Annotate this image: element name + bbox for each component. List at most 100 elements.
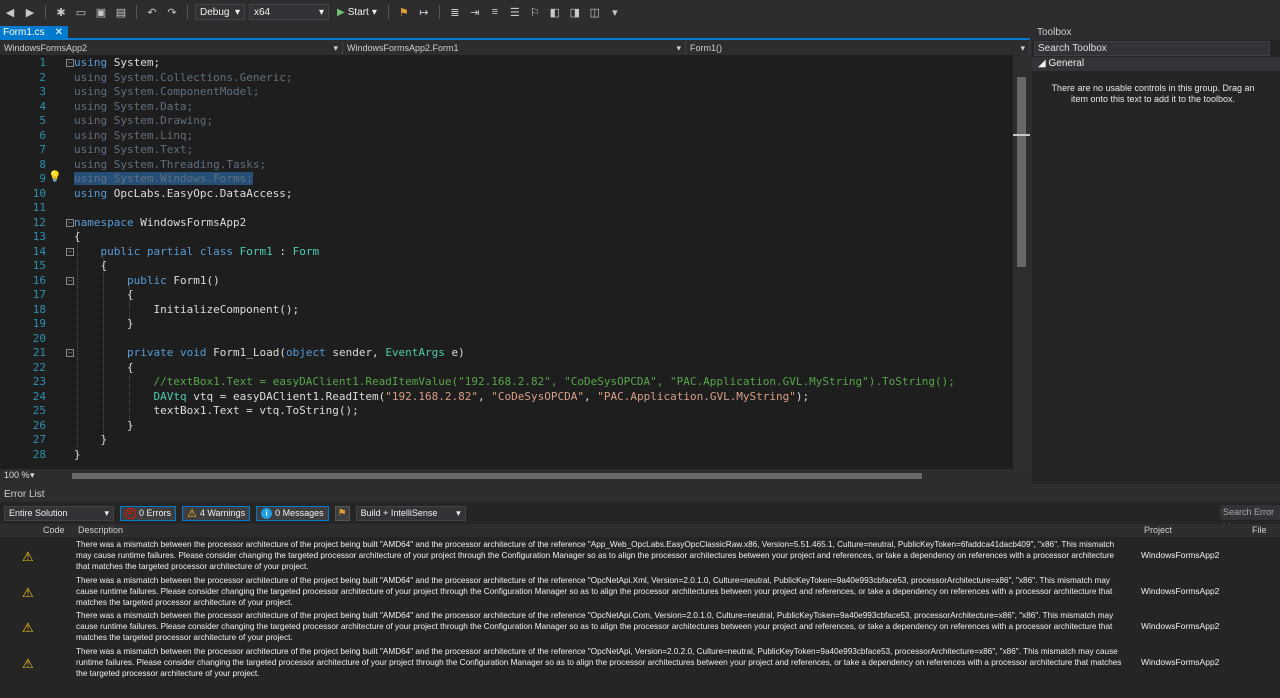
warnings-filter-button[interactable]: ⚠ 4 Warnings <box>182 505 251 521</box>
error-list-row[interactable]: ⚠ There was a mismatch between the proces… <box>0 609 1280 645</box>
zoom-level[interactable]: 100 % <box>4 470 30 480</box>
code-line[interactable]: 21 − private void Form1_Load(object sende… <box>0 346 1013 361</box>
save-all-icon[interactable]: ▤ <box>113 4 129 20</box>
code-line[interactable]: 15 { <box>0 259 1013 274</box>
code-line[interactable]: 28} <box>0 448 1013 463</box>
error-list-panel: Error List Entire Solution ▾ × 0 Errors … <box>0 488 1280 698</box>
project-dropdown[interactable]: WindowsFormsApp2 ▾ <box>0 41 343 55</box>
align-icon[interactable]: ≣ <box>447 4 463 20</box>
code-text: } <box>74 433 108 446</box>
error-list-row[interactable]: ⚠ There was a mismatch between the proces… <box>0 645 1280 681</box>
scrollbar-thumb[interactable] <box>1017 77 1026 267</box>
uncomment-icon[interactable]: ☰ <box>507 4 523 20</box>
editor-vertical-scrollbar[interactable] <box>1013 55 1030 469</box>
new-project-icon[interactable]: ✱ <box>53 4 69 20</box>
line-number: 16 <box>32 273 46 287</box>
code-line[interactable]: 7 using System.Text; <box>0 143 1013 158</box>
solution-configuration-select[interactable]: Debug ▾ <box>195 4 245 20</box>
code-line[interactable]: 16 − public Form1() <box>0 274 1013 289</box>
open-folder-icon[interactable]: ▭ <box>73 4 89 20</box>
tab-form1-cs[interactable]: Form1.cs ✕ <box>0 26 68 38</box>
code-line[interactable]: 24 DAVtq vtq = easyDAClient1.ReadItem("1… <box>0 390 1013 405</box>
bookmark-next-icon[interactable]: ◨ <box>567 4 583 20</box>
class-dropdown[interactable]: WindowsFormsApp2.Form1 ▾ <box>343 41 686 55</box>
line-number: 11 <box>32 201 46 214</box>
column-header-description[interactable]: Description <box>78 525 123 535</box>
step-icon[interactable]: ↦ <box>416 4 432 20</box>
browser-link-icon[interactable]: ⚑ <box>396 4 412 20</box>
error-list-row[interactable]: ⚠ There was a mismatch between the proces… <box>0 574 1280 610</box>
toolbox-group-general[interactable]: ◢ General <box>1032 57 1280 71</box>
code-line[interactable]: 9 using System.Windows.Forms; <box>0 172 1013 187</box>
close-icon[interactable]: ✕ <box>55 27 63 38</box>
bookmark-icon[interactable]: ⚐ <box>527 4 543 20</box>
bookmark-clear-icon[interactable]: ◫ <box>587 4 603 20</box>
fold-toggle-icon[interactable]: − <box>66 59 74 67</box>
indent-icon[interactable]: ⇥ <box>467 4 483 20</box>
redo-icon[interactable]: ↷ <box>164 4 180 20</box>
code-line[interactable]: 10 using OpcLabs.EasyOpc.DataAccess; <box>0 187 1013 202</box>
chevron-down-icon[interactable]: ▾ <box>30 470 35 481</box>
line-number: 7 <box>39 143 46 156</box>
code-line[interactable]: 8 using System.Threading.Tasks; <box>0 158 1013 173</box>
code-line[interactable]: 27 } <box>0 433 1013 448</box>
forward-icon[interactable]: ▶ <box>22 4 38 20</box>
code-line[interactable]: 2 using System.Collections.Generic; <box>0 71 1013 86</box>
back-icon[interactable]: ◀ <box>2 4 18 20</box>
save-icon[interactable]: ▣ <box>93 4 109 20</box>
code-line[interactable]: 4 using System.Data; <box>0 100 1013 115</box>
code-line[interactable]: 1 − using System; <box>0 56 1013 71</box>
comment-icon[interactable]: ≡ <box>487 4 503 20</box>
build-filter-dropdown[interactable]: Build + IntelliSense ▾ <box>355 505 466 521</box>
toolbox-search-input[interactable]: Search Toolbox <box>1034 41 1270 56</box>
code-text: using System.Text; <box>74 143 194 156</box>
horizontal-scrollbar-thumb[interactable] <box>72 473 922 479</box>
code-line[interactable]: 14 − public partial class Form1 : Form <box>0 245 1013 260</box>
code-text: InitializeComponent(); <box>74 302 300 316</box>
scope-dropdown[interactable]: Entire Solution ▾ <box>4 505 114 521</box>
filter-icon[interactable]: ⚑ <box>334 505 350 521</box>
code-line[interactable]: 19 } <box>0 317 1013 332</box>
code-line[interactable]: 3 using System.ComponentModel; <box>0 85 1013 100</box>
fold-toggle-icon[interactable]: − <box>66 247 74 256</box>
start-debugging-button[interactable]: ▶ Start ▾ <box>333 7 381 18</box>
chevron-down-icon: ▾ <box>234 6 240 18</box>
errors-filter-button[interactable]: × 0 Errors <box>120 505 177 521</box>
code-line[interactable]: 18 InitializeComponent(); <box>0 303 1013 318</box>
code-line[interactable]: 6 using System.Linq; <box>0 129 1013 144</box>
code-line[interactable]: 26 } <box>0 419 1013 434</box>
line-number: 25 <box>32 404 46 417</box>
fold-toggle-icon[interactable]: − <box>66 349 74 357</box>
code-line[interactable]: 23 //textBox1.Text = easyDAClient1.ReadI… <box>0 375 1013 390</box>
member-dropdown[interactable]: Form1() ▾ <box>686 41 1030 55</box>
code-line[interactable]: 25 textBox1.Text = vtq.ToString(); <box>0 404 1013 419</box>
line-number: 12 <box>32 215 46 229</box>
row-project: WindowsFormsApp2 <box>1141 550 1220 560</box>
project-dropdown-value: WindowsFormsApp2 <box>4 43 88 53</box>
bookmark-prev-icon[interactable]: ◧ <box>547 4 563 20</box>
messages-filter-button[interactable]: i 0 Messages <box>256 505 329 521</box>
fold-toggle-icon[interactable]: − <box>66 276 74 285</box>
fold-toggle-icon[interactable]: − <box>66 218 74 227</box>
undo-icon[interactable]: ↶ <box>144 4 160 20</box>
code-line[interactable]: 13 { <box>0 230 1013 245</box>
code-line[interactable]: 22 { <box>0 361 1013 376</box>
line-number: 4 <box>39 99 46 113</box>
column-header-project[interactable]: Project <box>1144 525 1172 535</box>
toolbar-overflow-icon[interactable]: ▾ <box>607 4 623 20</box>
error-list-row[interactable]: ⚠ There was a mismatch between the proces… <box>0 538 1280 574</box>
code-line[interactable]: 11 <box>0 201 1013 216</box>
code-line[interactable]: 20 <box>0 332 1013 347</box>
code-line[interactable]: 12 − namespace WindowsFormsApp2 <box>0 216 1013 231</box>
column-header-code[interactable]: Code <box>43 525 65 535</box>
code-line[interactable]: 17 { <box>0 288 1013 303</box>
code-line[interactable]: 5 using System.Drawing; <box>0 114 1013 129</box>
column-header-file[interactable]: File <box>1252 525 1267 535</box>
line-number: 24 <box>32 389 46 403</box>
error-list-search-input[interactable]: Search Error List <box>1220 505 1280 532</box>
toolbox-empty-message: There are no usable controls in this gro… <box>1051 83 1255 104</box>
code-editor[interactable]: 💡 1− using System; 2 using System.Collectio… <box>0 55 1013 469</box>
solution-platform-select[interactable]: x64 ▾ <box>249 4 329 20</box>
code-text: DAVtq vtq = easyDAClient1.ReadItem("192.… <box>153 389 810 403</box>
code-text: namespace WindowsFormsApp2 <box>74 215 247 229</box>
